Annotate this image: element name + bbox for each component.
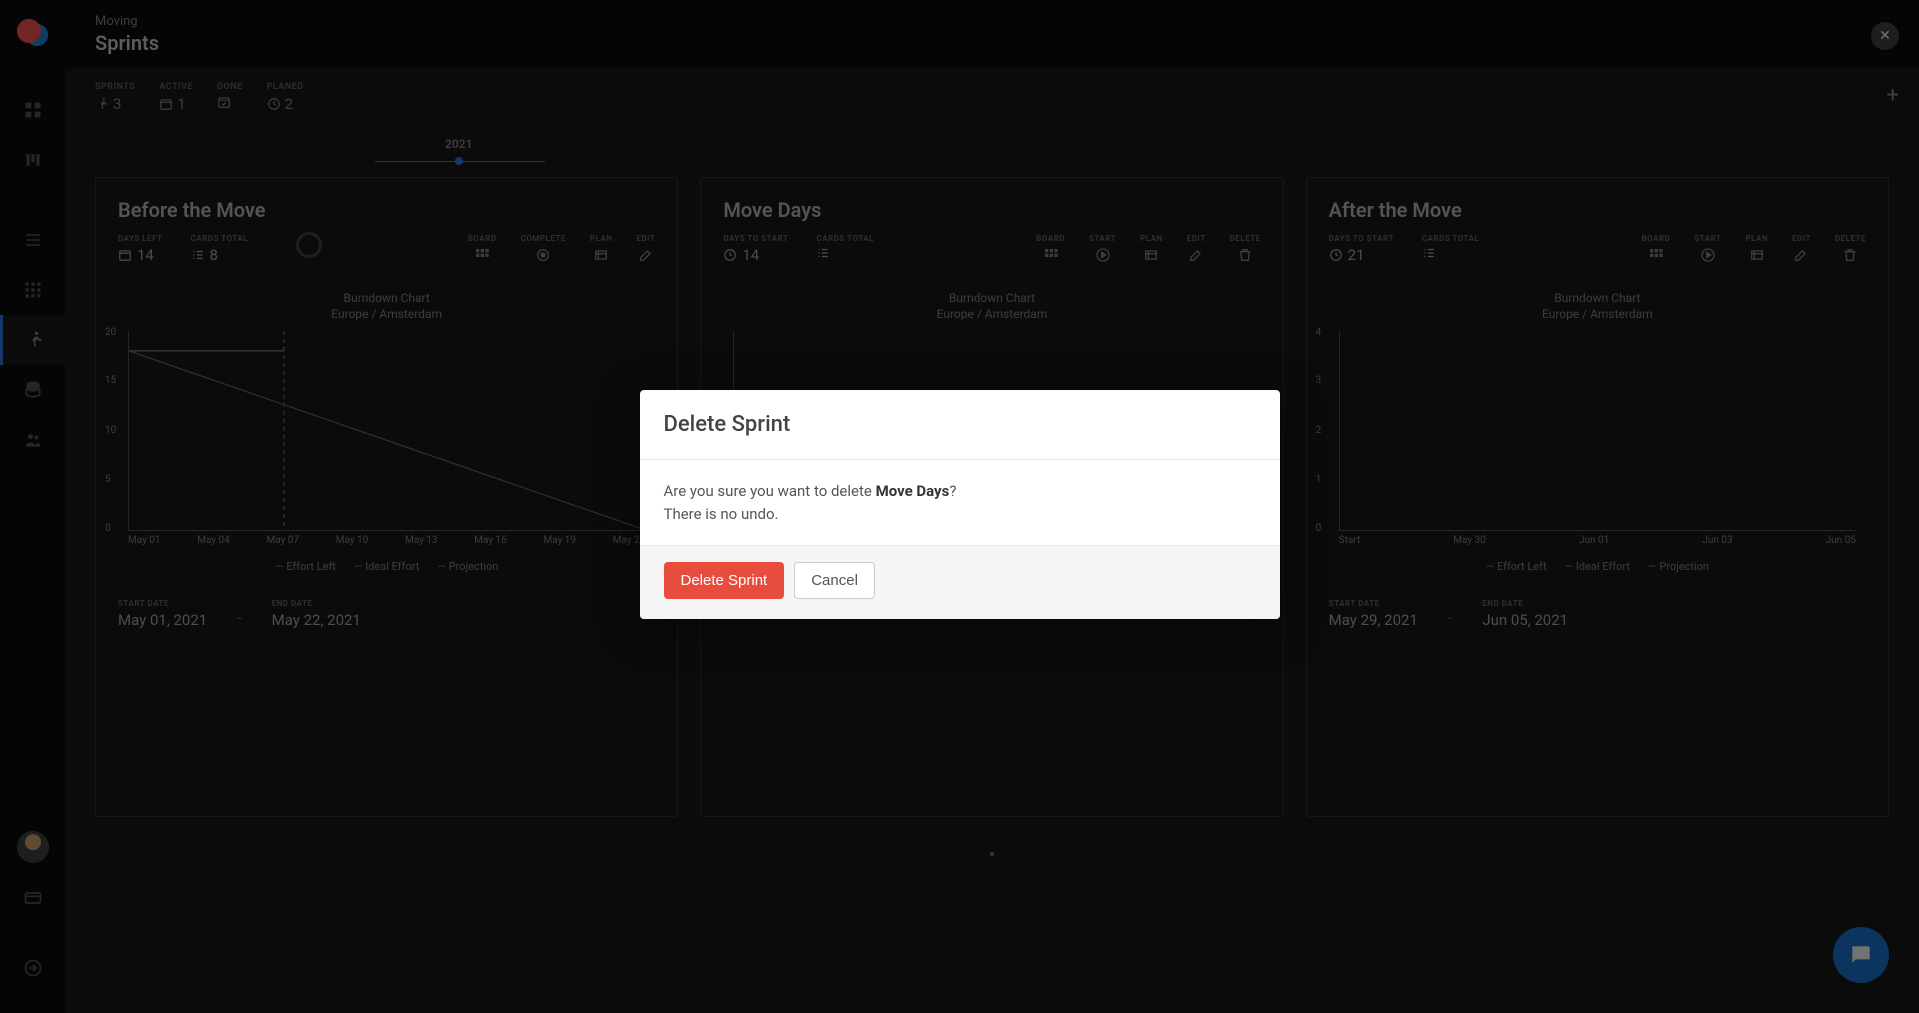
delete-sprint-dialog: Delete Sprint Are you sure you want to d… [640, 390, 1280, 619]
confirm-delete-button[interactable]: Delete Sprint [664, 562, 785, 599]
dialog-body: Are you sure you want to delete Move Day… [640, 460, 1280, 545]
cancel-button[interactable]: Cancel [794, 562, 875, 599]
dialog-title: Delete Sprint [640, 390, 1280, 460]
